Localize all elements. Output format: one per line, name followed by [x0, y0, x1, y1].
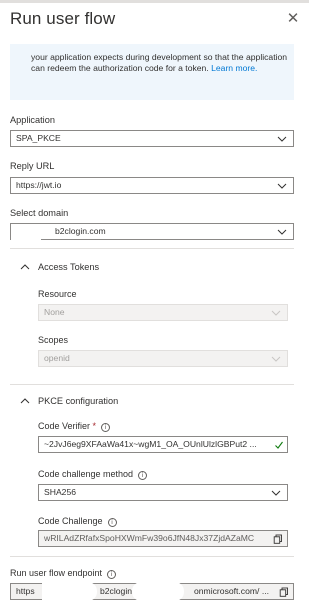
reply-url-value: https://jwt.io — [16, 180, 62, 190]
checkmark-icon — [274, 440, 284, 450]
chevron-down-icon — [271, 354, 281, 364]
divider — [10, 248, 294, 249]
application-dropdown[interactable]: SPA_PKCE — [10, 130, 294, 147]
code-verifier-input[interactable]: ~2JvJ6eg9XFAaWa41x~wgM1_OA_OUnlUlzlGBPut… — [38, 436, 288, 453]
access-tokens-section-title[interactable]: Access Tokens — [38, 262, 99, 272]
code-verifier-label: Code Verifier * i — [38, 421, 111, 432]
select-domain-value: b2clogin.com — [55, 226, 106, 236]
redaction-mask — [11, 230, 41, 241]
divider — [10, 556, 294, 557]
select-domain-label: Select domain — [10, 208, 69, 218]
redaction-mask — [132, 582, 184, 601]
code-challenge-label-text: Code Challenge — [38, 516, 103, 526]
endpoint-prefix: https — [16, 586, 35, 596]
panel-title: Run user flow — [10, 9, 116, 28]
challenge-method-dropdown[interactable]: SHA256 — [38, 484, 288, 501]
info-icon[interactable]: i — [101, 423, 111, 432]
copy-icon[interactable] — [273, 534, 283, 544]
chevron-up-icon[interactable] — [20, 397, 30, 405]
reply-url-dropdown[interactable]: https://jwt.io — [10, 177, 294, 194]
copy-icon[interactable] — [279, 587, 289, 597]
redaction-mask — [42, 582, 97, 601]
chevron-down-icon — [277, 181, 287, 191]
endpoint-label-text: Run user flow endpoint — [10, 568, 103, 578]
pkce-section-title[interactable]: PKCE configuration — [38, 396, 118, 406]
info-banner-text: your application expects during developm… — [31, 52, 289, 73]
divider — [10, 384, 294, 385]
info-icon[interactable]: i — [107, 570, 117, 579]
resource-value: None — [44, 307, 65, 317]
info-icon[interactable]: i — [107, 518, 117, 527]
code-challenge-field: wRILAdZRfafxSpoHXWmFw39o6JfN48Jx37ZjdAZa… — [38, 530, 288, 547]
application-label: Application — [10, 115, 55, 125]
code-verifier-value: ~2JvJ6eg9XFAaWa41x~wgM1_OA_OUnlUlzlGBPut… — [44, 439, 257, 449]
code-verifier-label-text: Code Verifier — [38, 421, 91, 431]
challenge-method-label: Code challenge method i — [38, 469, 148, 480]
close-icon[interactable]: ✕ — [285, 11, 301, 27]
learn-more-link[interactable]: Learn more. — [211, 63, 257, 73]
chevron-down-icon — [271, 488, 281, 498]
resource-dropdown: None — [38, 304, 288, 321]
code-challenge-label: Code Challenge i — [38, 516, 117, 527]
panel-top-border — [0, 0, 309, 3]
select-domain-dropdown[interactable]: b2clogin.com — [10, 223, 294, 240]
reply-url-label: Reply URL — [10, 161, 55, 171]
challenge-method-value: SHA256 — [44, 487, 77, 497]
scopes-dropdown: openid — [38, 350, 288, 367]
required-marker: * — [92, 421, 97, 431]
resource-label: Resource — [38, 289, 77, 299]
chevron-down-icon — [271, 308, 281, 318]
chevron-down-icon — [277, 227, 287, 237]
endpoint-label: Run user flow endpoint i — [10, 568, 117, 579]
code-challenge-value: wRILAdZRfafxSpoHXWmFw39o6JfN48Jx37ZjdAZa… — [44, 533, 255, 543]
info-icon[interactable]: i — [138, 471, 148, 480]
scopes-label: Scopes — [38, 335, 69, 345]
endpoint-suffix: onmicrosoft.com/ ... — [194, 586, 269, 596]
challenge-method-label-text: Code challenge method — [38, 469, 134, 479]
application-value: SPA_PKCE — [16, 133, 61, 143]
chevron-down-icon — [277, 134, 287, 144]
scopes-value: openid — [44, 353, 70, 363]
chevron-up-icon[interactable] — [20, 263, 30, 271]
